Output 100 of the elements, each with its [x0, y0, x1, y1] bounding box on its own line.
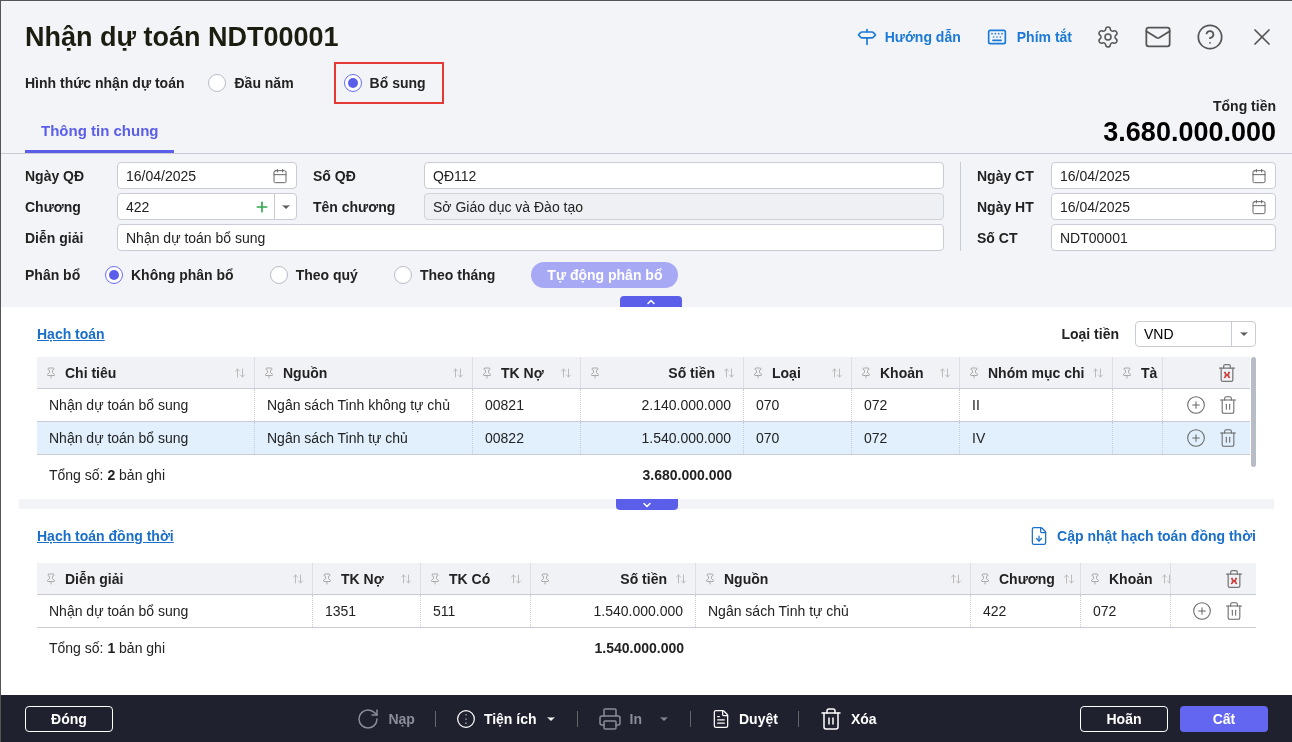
sort-icon[interactable]: [292, 572, 304, 585]
radio-option[interactable]: Bổ sung: [343, 72, 426, 93]
table-cell-text: IV: [972, 429, 986, 449]
column-header[interactable]: Chương: [971, 563, 1081, 595]
column-header[interactable]: Số tiền: [531, 563, 696, 595]
save-button[interactable]: Cất: [1180, 705, 1268, 732]
sort-icon[interactable]: [452, 366, 464, 379]
sort-icon[interactable]: [510, 572, 522, 585]
scrollbar[interactable]: [1251, 357, 1256, 468]
delete-all-icon[interactable]: [1223, 568, 1244, 589]
combo-field[interactable]: 422: [117, 193, 297, 221]
sort-icon[interactable]: [939, 366, 951, 379]
pin-icon[interactable]: [860, 366, 872, 379]
table-cell-text: 422: [983, 602, 1007, 622]
date-field[interactable]: 16/04/2025: [1051, 193, 1276, 221]
radio-option[interactable]: Theo quý: [269, 265, 358, 286]
approve-button[interactable]: Duyệt: [711, 708, 778, 729]
sort-icon[interactable]: [1160, 572, 1170, 585]
total-label: Tổng tiền: [1213, 96, 1276, 116]
pin-icon[interactable]: [968, 366, 980, 379]
input-field[interactable]: NDT00001: [1051, 224, 1276, 252]
concurrent-accounting-link[interactable]: Hạch toán đồng thời: [37, 526, 174, 547]
column-header[interactable]: Nguồn: [255, 357, 473, 389]
shortcuts-link[interactable]: Phím tắt: [984, 27, 1072, 48]
column-header[interactable]: Chi tiêu: [37, 357, 255, 389]
column-header[interactable]: TK Nợ: [473, 357, 581, 389]
help-icon[interactable]: [1196, 23, 1224, 52]
column-header[interactable]: Tà: [1113, 357, 1163, 389]
input-field[interactable]: Sở Giáo dục và Đào tạo: [424, 193, 944, 221]
add-row-icon[interactable]: [1192, 601, 1212, 622]
sort-icon[interactable]: [234, 366, 246, 379]
sort-icon[interactable]: [675, 572, 687, 585]
utilities-button[interactable]: Tiện ích: [455, 708, 557, 729]
table-row[interactable]: Nhận dự toán bổ sung Ngân sách Tinh tự chủ 00822 1.540.000.000 070 072 IV: [37, 422, 1250, 456]
footer-button[interactable]: Đóng: [25, 705, 113, 732]
sort-icon[interactable]: [560, 366, 572, 379]
calendar-icon[interactable]: [272, 167, 288, 184]
delete-row-icon[interactable]: [1224, 601, 1244, 622]
table-cell-text: 1.540.000.000: [641, 429, 731, 449]
column-header[interactable]: Nguồn: [696, 563, 971, 595]
collapse-handle[interactable]: [619, 296, 682, 308]
radio-button[interactable]: [208, 73, 227, 92]
pin-icon[interactable]: [45, 572, 57, 585]
delete-row-icon[interactable]: [1218, 395, 1238, 416]
add-row-icon[interactable]: [1186, 395, 1206, 416]
column-header[interactable]: TK Có: [421, 563, 531, 595]
pin-icon[interactable]: [1121, 366, 1133, 379]
column-header[interactable]: Diễn giải: [37, 563, 313, 595]
sort-icon[interactable]: [1062, 572, 1075, 585]
settings-icon[interactable]: [1096, 25, 1120, 50]
pin-icon[interactable]: [321, 572, 333, 585]
radio-button[interactable]: [343, 73, 362, 92]
column-header[interactable]: Khoản: [852, 357, 960, 389]
pin-icon[interactable]: [45, 366, 57, 379]
table-row[interactable]: Nhận dự toán bổ sung Ngân sách Tinh không tự chủ 00821 2.140.000.000 070 072 II: [37, 389, 1250, 423]
radio-option[interactable]: Đầu năm: [208, 72, 294, 93]
accounting-link[interactable]: Hạch toán: [37, 324, 105, 345]
table-row[interactable]: Nhận dự toán bổ sung 1351 511 1.540.000.000 Ngân sách Tinh tự chủ 422 072: [37, 595, 1256, 629]
pin-icon[interactable]: [1089, 572, 1101, 585]
pin-icon[interactable]: [589, 366, 601, 379]
expand-handle[interactable]: [615, 499, 678, 511]
add-row-icon[interactable]: [1186, 428, 1206, 449]
sort-icon[interactable]: [723, 366, 735, 379]
radio-option[interactable]: Không phân bổ: [105, 265, 234, 286]
pin-icon[interactable]: [263, 366, 275, 379]
pin-icon[interactable]: [752, 366, 764, 379]
pin-icon[interactable]: [539, 572, 551, 585]
input-field[interactable]: Nhận dự toán bổ sung: [117, 224, 944, 252]
delete-button[interactable]: Xóa: [818, 706, 877, 731]
column-header[interactable]: Khoản: [1081, 563, 1171, 595]
field-label: Số CT: [977, 228, 1019, 248]
guide-link[interactable]: Hướng dẫn: [856, 27, 961, 48]
radio-button[interactable]: [393, 266, 412, 285]
delete-row-icon[interactable]: [1218, 428, 1238, 449]
delete-all-icon[interactable]: [1216, 362, 1237, 383]
pin-icon[interactable]: [429, 572, 441, 585]
pin-icon[interactable]: [979, 572, 991, 585]
date-field[interactable]: 16/04/2025: [1051, 162, 1276, 190]
radio-button[interactable]: [269, 266, 288, 285]
calendar-icon[interactable]: [1251, 167, 1267, 184]
update-link[interactable]: Cập nhật hạch toán đồng thời: [1029, 526, 1256, 547]
column-header[interactable]: Loại: [744, 357, 852, 389]
sort-icon[interactable]: [1092, 366, 1105, 379]
column-header[interactable]: Số tiền: [581, 357, 744, 389]
input-field[interactable]: QĐ112: [424, 162, 944, 190]
column-header[interactable]: Nhóm mục chi: [960, 357, 1113, 389]
radio-option[interactable]: Theo tháng: [393, 265, 496, 286]
calendar-icon[interactable]: [1251, 198, 1267, 215]
record-count: Tổng số: 1 bản ghi: [49, 639, 165, 659]
sort-icon[interactable]: [400, 572, 412, 585]
pin-icon[interactable]: [481, 366, 493, 379]
sort-icon[interactable]: [831, 366, 843, 379]
column-header[interactable]: TK Nợ: [313, 563, 421, 595]
table-cell-text: 511: [433, 602, 456, 622]
sort-icon[interactable]: [950, 572, 962, 585]
footer-button[interactable]: Hoãn: [1080, 705, 1168, 732]
date-field[interactable]: 16/04/2025: [117, 162, 297, 190]
radio-button[interactable]: [105, 266, 123, 285]
pin-icon[interactable]: [704, 572, 716, 585]
currency-dropdown[interactable]: VND: [1135, 321, 1256, 348]
